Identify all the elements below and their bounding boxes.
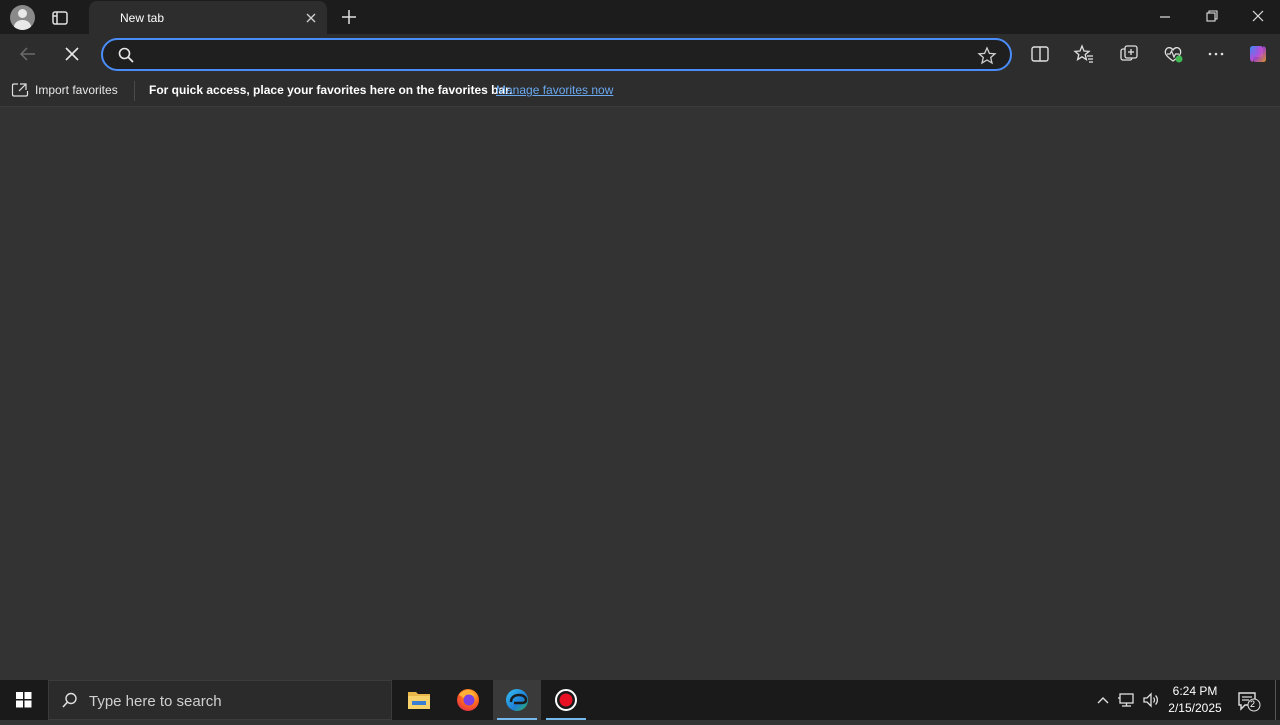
favorites-divider (134, 81, 135, 101)
restore-button[interactable] (1199, 6, 1223, 28)
back-arrow-icon[interactable] (17, 43, 39, 65)
taskbar-search-box[interactable]: Type here to search (48, 680, 392, 720)
address-bar[interactable] (101, 38, 1012, 71)
favorites-icon[interactable] (1073, 43, 1095, 65)
tab-title: New tab (120, 11, 165, 25)
recorder-taskbar-button[interactable] (542, 680, 590, 720)
taskbar-clock[interactable]: 6:24 PM 2/15/2025 (1160, 683, 1230, 717)
tab-new-tab[interactable]: New tab (89, 1, 327, 35)
copilot-icon[interactable] (1247, 43, 1269, 65)
folder-icon (408, 692, 430, 709)
firefox-taskbar-button[interactable] (444, 680, 492, 720)
file-explorer-taskbar-button[interactable] (395, 680, 443, 720)
browser-toolbar (0, 34, 1280, 74)
edge-taskbar-button[interactable] (493, 680, 541, 720)
show-hidden-icons-chevron-icon[interactable] (1093, 690, 1113, 710)
import-favorites-icon (11, 83, 29, 97)
manage-favorites-link[interactable]: Manage favorites now (496, 83, 613, 97)
windows-logo-icon (16, 692, 32, 708)
stop-loading-icon[interactable] (61, 43, 83, 65)
search-icon (117, 46, 135, 64)
page-content-area (0, 108, 1280, 680)
add-favorite-star-icon[interactable] (977, 46, 997, 66)
favorites-bar: Import favorites For quick access, place… (0, 74, 1280, 107)
more-options-icon[interactable] (1205, 43, 1227, 65)
notification-center-button[interactable]: 2 (1236, 689, 1262, 713)
import-favorites-button[interactable]: Import favorites (11, 81, 118, 99)
clock-date: 2/15/2025 (1168, 701, 1222, 715)
network-icon[interactable] (1117, 690, 1137, 710)
show-desktop-button[interactable] (1275, 680, 1276, 720)
taskbar-search-placeholder: Type here to search (89, 693, 222, 710)
start-button[interactable] (0, 680, 48, 720)
firefox-icon (457, 689, 479, 711)
split-screen-icon[interactable] (1029, 43, 1051, 65)
browser-essentials-icon[interactable] (1162, 43, 1184, 65)
notification-icon (1238, 692, 1261, 712)
new-tab-button[interactable] (338, 6, 360, 28)
close-window-button[interactable] (1246, 6, 1270, 28)
notification-count-badge: 2 (1250, 699, 1256, 709)
address-input[interactable] (141, 44, 961, 65)
profile-avatar-icon[interactable] (10, 5, 35, 30)
volume-icon[interactable] (1141, 690, 1161, 710)
collections-icon[interactable] (1118, 43, 1140, 65)
search-icon (61, 691, 79, 709)
import-favorites-label: Import favorites (35, 83, 118, 97)
close-tab-icon[interactable] (303, 10, 319, 26)
tab-actions-icon[interactable] (50, 8, 70, 28)
edge-icon (506, 689, 528, 711)
clock-time: 6:24 PM (1172, 684, 1218, 698)
minimize-button[interactable] (1153, 6, 1177, 28)
favorites-bar-message: For quick access, place your favorites h… (149, 83, 513, 97)
record-icon (555, 689, 577, 711)
tab-strip: New tab (0, 0, 1280, 35)
windows-taskbar: Type here to search 6:24 PM 2/15/2025 2 (0, 680, 1280, 720)
